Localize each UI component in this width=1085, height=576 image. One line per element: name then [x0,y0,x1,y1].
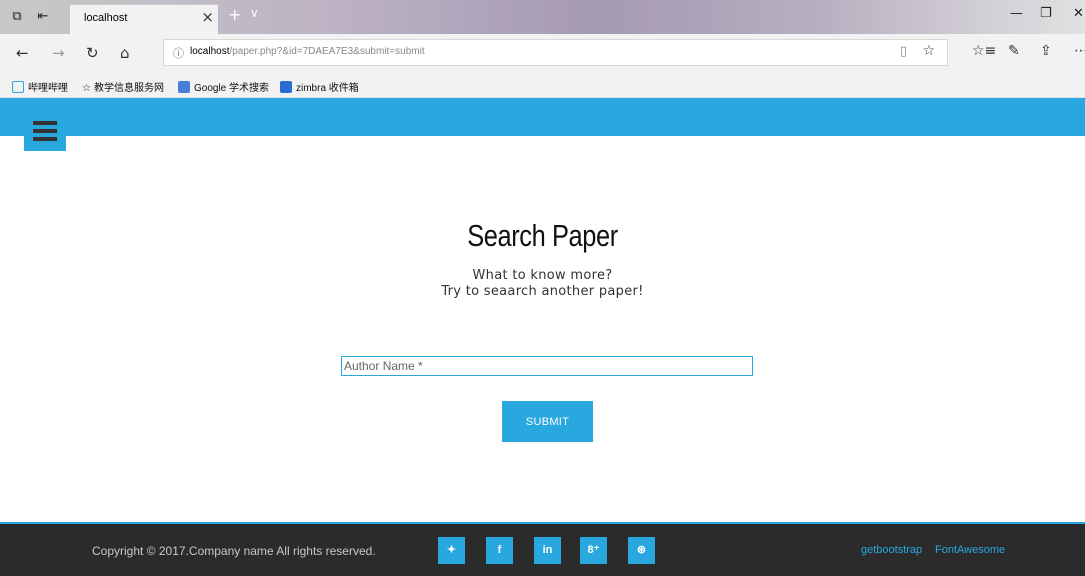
favorite-star-icon[interactable]: ☆ [922,43,935,59]
browser-tab[interactable]: localhost × [70,4,218,34]
hamburger-line [33,129,57,133]
favorite-bilibili[interactable]: 哔哩哔哩 [12,79,68,94]
more-icon[interactable]: ⋯ [1074,43,1085,59]
tab-preview-icon[interactable]: ⇤ [34,8,52,26]
favorite-label: Google 学术搜索 [194,83,270,94]
url-field[interactable]: ⓘ localhost/paper.php?&id=7DAEA7E3&submi… [163,39,948,66]
bilibili-icon [12,81,24,93]
close-tab-icon[interactable]: × [201,8,214,26]
favorite-zimbra[interactable]: zimbra 收件箱 [280,79,359,94]
url-text[interactable]: localhost/paper.php?&id=7DAEA7E3&submit=… [190,46,425,57]
google-scholar-icon [178,81,190,93]
favorites-bar: 哔哩哔哩 ☆ 教学信息服务网 Google 学术搜索 zimbra 收件箱 [0,74,1085,98]
info-icon[interactable]: ⓘ [173,45,184,61]
page-title: Search Paper [467,218,618,253]
google-plus-icon[interactable]: 8⁺ [580,537,607,564]
web-note-icon[interactable]: ✎ [1008,43,1020,59]
linkedin-icon[interactable]: in [534,537,561,564]
back-icon[interactable]: ← [16,44,29,62]
dribbble-icon[interactable]: ⊛ [628,537,655,564]
subtitle-line-1: What to know more? [472,268,613,283]
home-icon[interactable]: ⌂ [120,44,130,62]
favorite-label: 哔哩哔哩 [28,83,68,94]
zimbra-icon [280,81,292,93]
close-window-icon[interactable]: ✕ [1073,6,1084,21]
hamburger-line [33,137,57,141]
author-name-input[interactable] [341,356,753,376]
reading-view-icon[interactable]: ▯ [900,44,907,59]
site-footer: Copyright © 2017.Company name All rights… [0,522,1085,576]
minimize-icon[interactable]: — [1010,6,1023,21]
favorite-label: zimbra 收件箱 [296,83,359,94]
subtitle-line-2: Try to seaarch another paper! [441,284,644,299]
site-header-bar [0,98,1085,136]
favorite-teaching-info[interactable]: ☆ 教学信息服务网 [82,79,164,94]
favorite-google-scholar[interactable]: Google 学术搜索 [178,79,269,94]
url-host: localhost [190,46,230,57]
refresh-icon[interactable]: ↻ [86,44,99,62]
footer-link-fontawesome[interactable]: FontAwesome [935,544,1005,556]
web-page: Search Paper What to know more? Try to s… [0,98,1085,576]
copyright-text: Copyright © 2017.Company name All rights… [92,544,376,558]
tab-actions-icon[interactable]: ⧉ [8,8,26,26]
new-tab-icon[interactable]: + [228,5,241,24]
hamburger-line [33,121,57,125]
forward-icon[interactable]: → [52,44,65,62]
share-icon[interactable]: ⇪ [1040,43,1052,59]
favorites-hub-icon[interactable]: ☆≡ [972,43,996,59]
url-path: /paper.php?&id=7DAEA7E3&submit=submit [229,46,425,57]
footer-link-getbootstrap[interactable]: getbootstrap [861,544,922,556]
favorite-label: 教学信息服务网 [93,83,164,94]
twitter-icon[interactable]: ✦ [438,537,465,564]
address-bar-row: ← → ↻ ⌂ ⓘ localhost/paper.php?&id=7DAEA7… [0,34,1085,74]
facebook-icon[interactable]: f [486,537,513,564]
restore-icon[interactable]: ❐ [1040,6,1052,21]
menu-toggle-button[interactable] [24,111,66,151]
star-icon: ☆ [82,83,91,94]
submit-button[interactable]: SUBMIT [502,401,593,442]
browser-tab-strip: ⧉ ⇤ localhost × + ∨ — ❐ ✕ [0,0,1085,34]
tab-title: localhost [84,12,128,24]
chevron-down-icon[interactable]: ∨ [250,6,259,20]
